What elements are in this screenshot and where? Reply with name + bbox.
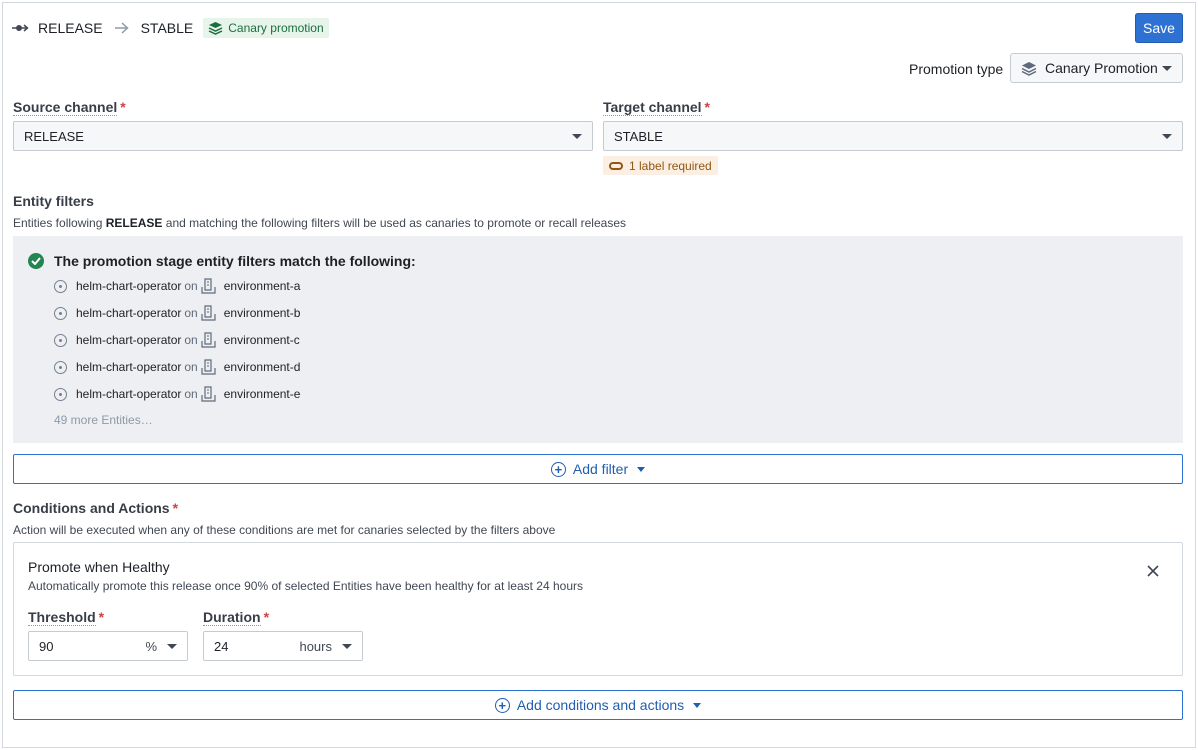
chevron-down-icon[interactable] — [167, 643, 177, 649]
threshold-label: Threshold * — [28, 609, 105, 626]
layers-icon — [208, 22, 223, 35]
source-channel-value: RELEASE — [24, 128, 84, 144]
chevron-down-icon — [693, 702, 702, 708]
threshold-input[interactable]: 90 % — [28, 631, 188, 661]
duration-input[interactable]: 24 hours — [203, 631, 363, 661]
more-entities-link[interactable]: 49 more Entities… — [54, 413, 153, 427]
environment-icon — [201, 305, 216, 321]
chevron-down-icon — [1162, 133, 1172, 139]
target-channel-label: Target channel * — [603, 99, 710, 116]
source-channel-name: RELEASE — [38, 20, 103, 36]
conditions-description: Action will be executed when any of thes… — [13, 523, 556, 537]
promotion-badge-label: Canary promotion — [228, 21, 324, 35]
save-button[interactable]: Save — [1135, 13, 1183, 43]
entity-icon — [54, 306, 67, 320]
condition-card: Promote when Healthy Automatically promo… — [13, 542, 1183, 676]
match-header: The promotion stage entity filters match… — [28, 253, 416, 269]
label-required-tag: 1 label required — [603, 156, 718, 175]
chevron-down-icon — [1162, 65, 1172, 71]
entity-item: helm-chart-operator on environment-a — [54, 278, 300, 294]
duration-label: Duration * — [203, 609, 270, 626]
entity-filters-title: Entity filters — [13, 193, 94, 209]
environment-icon — [201, 332, 216, 348]
close-icon[interactable] — [1146, 564, 1160, 578]
environment-icon — [201, 278, 216, 294]
environment-icon — [201, 386, 216, 402]
add-circle-icon: + — [494, 697, 510, 713]
arrow-right-icon — [114, 22, 129, 34]
entity-item: helm-chart-operator on environment-d — [54, 359, 300, 375]
environment-icon — [201, 359, 216, 375]
target-channel-name: STABLE — [140, 20, 194, 36]
promotion-badge: Canary promotion — [203, 18, 329, 38]
entity-icon — [54, 333, 67, 347]
entity-filter-summary: The promotion stage entity filters match… — [13, 236, 1183, 443]
chevron-down-icon — [572, 133, 582, 139]
entity-item: helm-chart-operator on environment-e — [54, 386, 300, 402]
entity-icon — [54, 387, 67, 401]
entity-filters-description: Entities following RELEASE and matching … — [13, 216, 626, 230]
entity-icon — [54, 279, 67, 293]
target-channel-select[interactable]: STABLE — [603, 121, 1183, 151]
promotion-type-value: Canary Promotion — [1045, 60, 1158, 76]
promotion-arrow-icon — [12, 21, 30, 35]
entity-icon — [54, 360, 67, 374]
add-filter-button[interactable]: + Add filter — [13, 454, 1183, 484]
condition-description: Automatically promote this release once … — [28, 579, 583, 593]
target-channel-value: STABLE — [614, 128, 663, 144]
entity-item: helm-chart-operator on environment-b — [54, 305, 300, 321]
layers-icon — [1021, 61, 1037, 76]
source-channel-label: Source channel * — [13, 99, 126, 116]
match-title: The promotion stage entity filters match… — [54, 253, 416, 269]
chevron-down-icon[interactable] — [342, 643, 352, 649]
label-icon — [609, 161, 623, 170]
condition-title: Promote when Healthy — [28, 559, 170, 575]
add-circle-icon: + — [550, 461, 566, 477]
breadcrumb: RELEASE STABLE Canary promotion — [12, 16, 329, 40]
chevron-down-icon — [637, 466, 646, 472]
source-channel-select[interactable]: RELEASE — [13, 121, 593, 151]
check-circle-icon — [28, 253, 44, 269]
promotion-type-select[interactable]: Canary Promotion — [1010, 53, 1183, 83]
conditions-title: Conditions and Actions * — [13, 500, 179, 516]
add-conditions-button[interactable]: + Add conditions and actions — [13, 690, 1183, 720]
entity-item: helm-chart-operator on environment-c — [54, 332, 300, 348]
promotion-type-label: Promotion type — [909, 61, 1004, 77]
